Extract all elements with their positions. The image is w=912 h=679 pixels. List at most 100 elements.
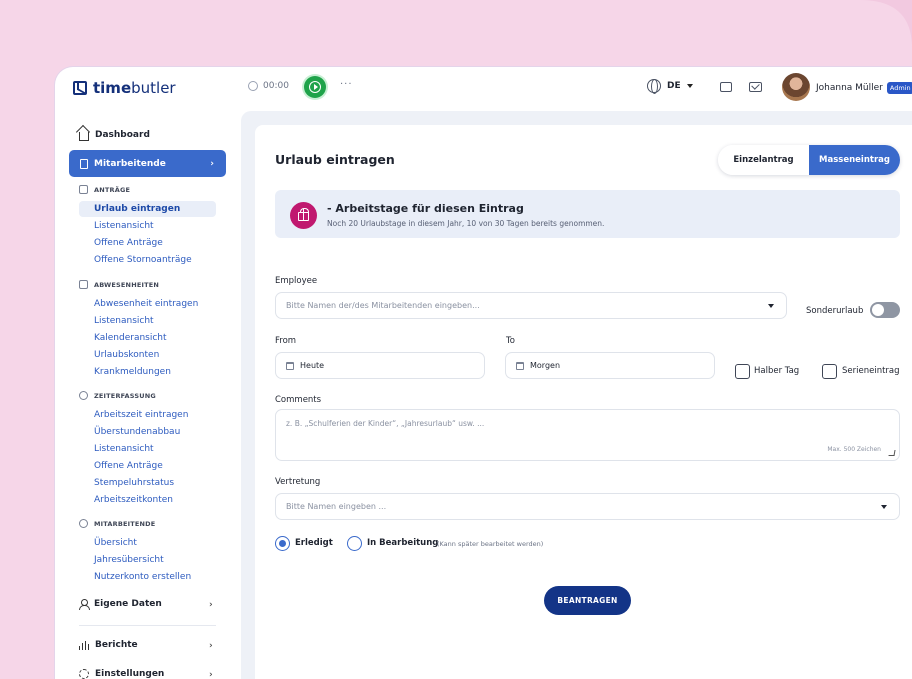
logo-bold: time [93,79,132,97]
more-button[interactable]: ··· [340,79,353,90]
play-timer-button[interactable] [304,76,326,98]
sonderurlaub-toggle[interactable] [870,302,900,318]
clock-icon [248,81,258,91]
info-title: - Arbeitstage für diesen Eintrag [327,202,524,215]
max-chars-hint: Max. 500 Zeichen [827,446,881,453]
sidebar-subitem-kalenderansicht[interactable]: Kalenderansicht [94,333,167,343]
chevron-right-icon: › [209,641,213,651]
sidebar-subitem-abwesenheit-eintragen[interactable]: Abwesenheit eintragen [94,299,198,309]
section-title: MITARBEITENDE [94,519,156,528]
home-icon [79,132,89,141]
sidebar-item-label: Dashboard [95,130,150,140]
beantragen-button[interactable]: BEANTRAGEN [544,586,631,615]
halber-tag-label: Halber Tag [754,366,800,376]
language-label: DE [667,81,681,91]
chevron-right-icon: › [209,670,213,679]
sidebar-subitem-offene-antraege[interactable]: Offene Anträge [94,461,163,471]
chevron-right-icon: › [209,600,213,610]
sidebar-subitem-urlaub-eintragen[interactable]: Urlaub eintragen [94,204,180,214]
logo-light: butler [131,79,176,97]
gift-icon [298,208,309,221]
sidebar-item-eigene-daten[interactable]: Eigene Daten › [79,599,213,610]
user-name: Johanna Müller [816,83,883,93]
entry-mode-toggle: Einzelantrag Masseneintrag [718,145,900,175]
to-date-field[interactable]: Morgen [505,352,715,379]
employee-select[interactable]: Bitte Namen der/des Mitarbeitenden einge… [275,292,787,319]
to-label: To [506,336,515,346]
tab-einzelantrag[interactable]: Einzelantrag [718,145,809,175]
calendar-icon [516,361,524,370]
sidebar-item-label: Einstellungen [95,669,165,679]
avatar[interactable] [782,73,810,101]
vertretung-select[interactable]: Bitte Namen eingeben ... [275,493,900,520]
globe-icon [647,79,661,94]
sidebar-item-label: Berichte [95,640,138,650]
chevron-right-icon: › [210,158,214,169]
comments-placeholder: z. B. „Schulferien der Kinder“, „Jahresu… [286,419,485,428]
sidebar-subitem-uebersicht[interactable]: Übersicht [94,538,137,548]
sidebar-item-mitarbeitende[interactable]: Mitarbeitende › [69,150,226,177]
users-icon [79,519,88,528]
from-date-field[interactable]: Heute [275,352,485,379]
status-erledigt-radio[interactable] [275,536,290,551]
serieneintrag-checkbox[interactable] [822,364,837,379]
sidebar-subitem-listenansicht[interactable]: Listenansicht [94,444,154,454]
section-title: ABWESENHEITEN [94,280,160,289]
requests-icon [79,185,88,194]
comments-textarea[interactable]: z. B. „Schulferien der Kinder“, „Jahresu… [275,409,900,461]
sidebar-subitem-offene-stornoantraege[interactable]: Offene Stornoanträge [94,255,192,265]
serieneintrag-label: Serieneintrag [842,366,900,376]
sidebar-subitem-krankmeldungen[interactable]: Krankmeldungen [94,367,171,377]
sidebar-item-einstellungen[interactable]: Einstellungen › [79,669,213,679]
vertretung-placeholder: Bitte Namen eingeben ... [286,502,387,511]
sidebar-item-dashboard[interactable]: Dashboard [79,129,150,141]
from-label: From [275,336,297,346]
caret-down-icon [768,304,774,308]
section-zeiterfassung: ZEITERFASSUNG [79,391,156,400]
info-text: Noch 20 Urlaubstage in diesem Jahr, 10 v… [327,219,605,228]
from-value: Heute [300,361,325,370]
sidebar-subitem-jahresuebersicht[interactable]: Jahresübersicht [94,555,164,565]
status-in-bearbeitung-radio[interactable] [347,536,362,551]
sidebar-divider [79,625,216,626]
calendar-icon [286,361,294,370]
app-window: timebutler 00:00 ··· DE Johanna Müller A… [55,67,912,679]
comments-label: Comments [275,395,322,405]
sidebar-subitem-offene-antraege[interactable]: Offene Anträge [94,238,163,248]
sidebar-subitem-listenansicht[interactable]: Listenansicht [94,221,154,231]
halber-tag-checkbox[interactable] [735,364,750,379]
status-note: (Kann später bearbeitet werden) [437,540,544,548]
gift-badge [290,202,317,229]
section-title: ZEITERFASSUNG [94,391,156,400]
sidebar-subitem-urlaubskonten[interactable]: Urlaubskonten [94,350,159,360]
section-abwesenheiten: ABWESENHEITEN [79,280,159,289]
page-title: Urlaub eintragen [275,152,395,167]
play-icon [309,81,321,93]
sidebar-item-label: Eigene Daten [94,599,162,609]
clock-icon [79,391,88,400]
caret-down-icon [686,84,693,88]
sidebar-subitem-arbeitszeit-eintragen[interactable]: Arbeitszeit eintragen [94,410,188,420]
resize-handle-icon[interactable] [888,450,896,456]
sidebar-subitem-stempeluhrstatus[interactable]: Stempeluhrstatus [94,478,174,488]
person-icon [79,599,90,610]
language-selector[interactable]: DE [647,79,693,94]
vertretung-label: Vertretung [275,477,321,487]
section-title: ANTRÄGE [94,185,131,194]
vacation-info-box: - Arbeitstage für diesen Eintrag Noch 20… [275,190,900,238]
timer-value: 00:00 [263,81,289,91]
sidebar-subitem-arbeitszeitkonten[interactable]: Arbeitszeitkonten [94,495,173,505]
sidebar-subitem-ueberstundenabbau[interactable]: Überstundenabbau [94,427,180,437]
mail-icon[interactable] [749,82,762,92]
tab-masseneintrag[interactable]: Masseneintrag [809,145,900,175]
print-icon[interactable] [720,82,732,92]
sidebar-subitem-listenansicht[interactable]: Listenansicht [94,316,154,326]
user-menu[interactable]: Johanna Müller Admin [816,82,912,94]
sidebar-subitem-nutzerkonto-erstellen[interactable]: Nutzerkonto erstellen [94,572,191,582]
logo-icon [73,81,87,95]
sidebar-item-berichte[interactable]: Berichte › [79,640,213,651]
bar-chart-icon [79,640,89,650]
logo[interactable]: timebutler [73,79,176,97]
status-in-bearbeitung-label: In Bearbeitung [367,538,439,548]
employee-placeholder: Bitte Namen der/des Mitarbeitenden einge… [286,301,480,310]
